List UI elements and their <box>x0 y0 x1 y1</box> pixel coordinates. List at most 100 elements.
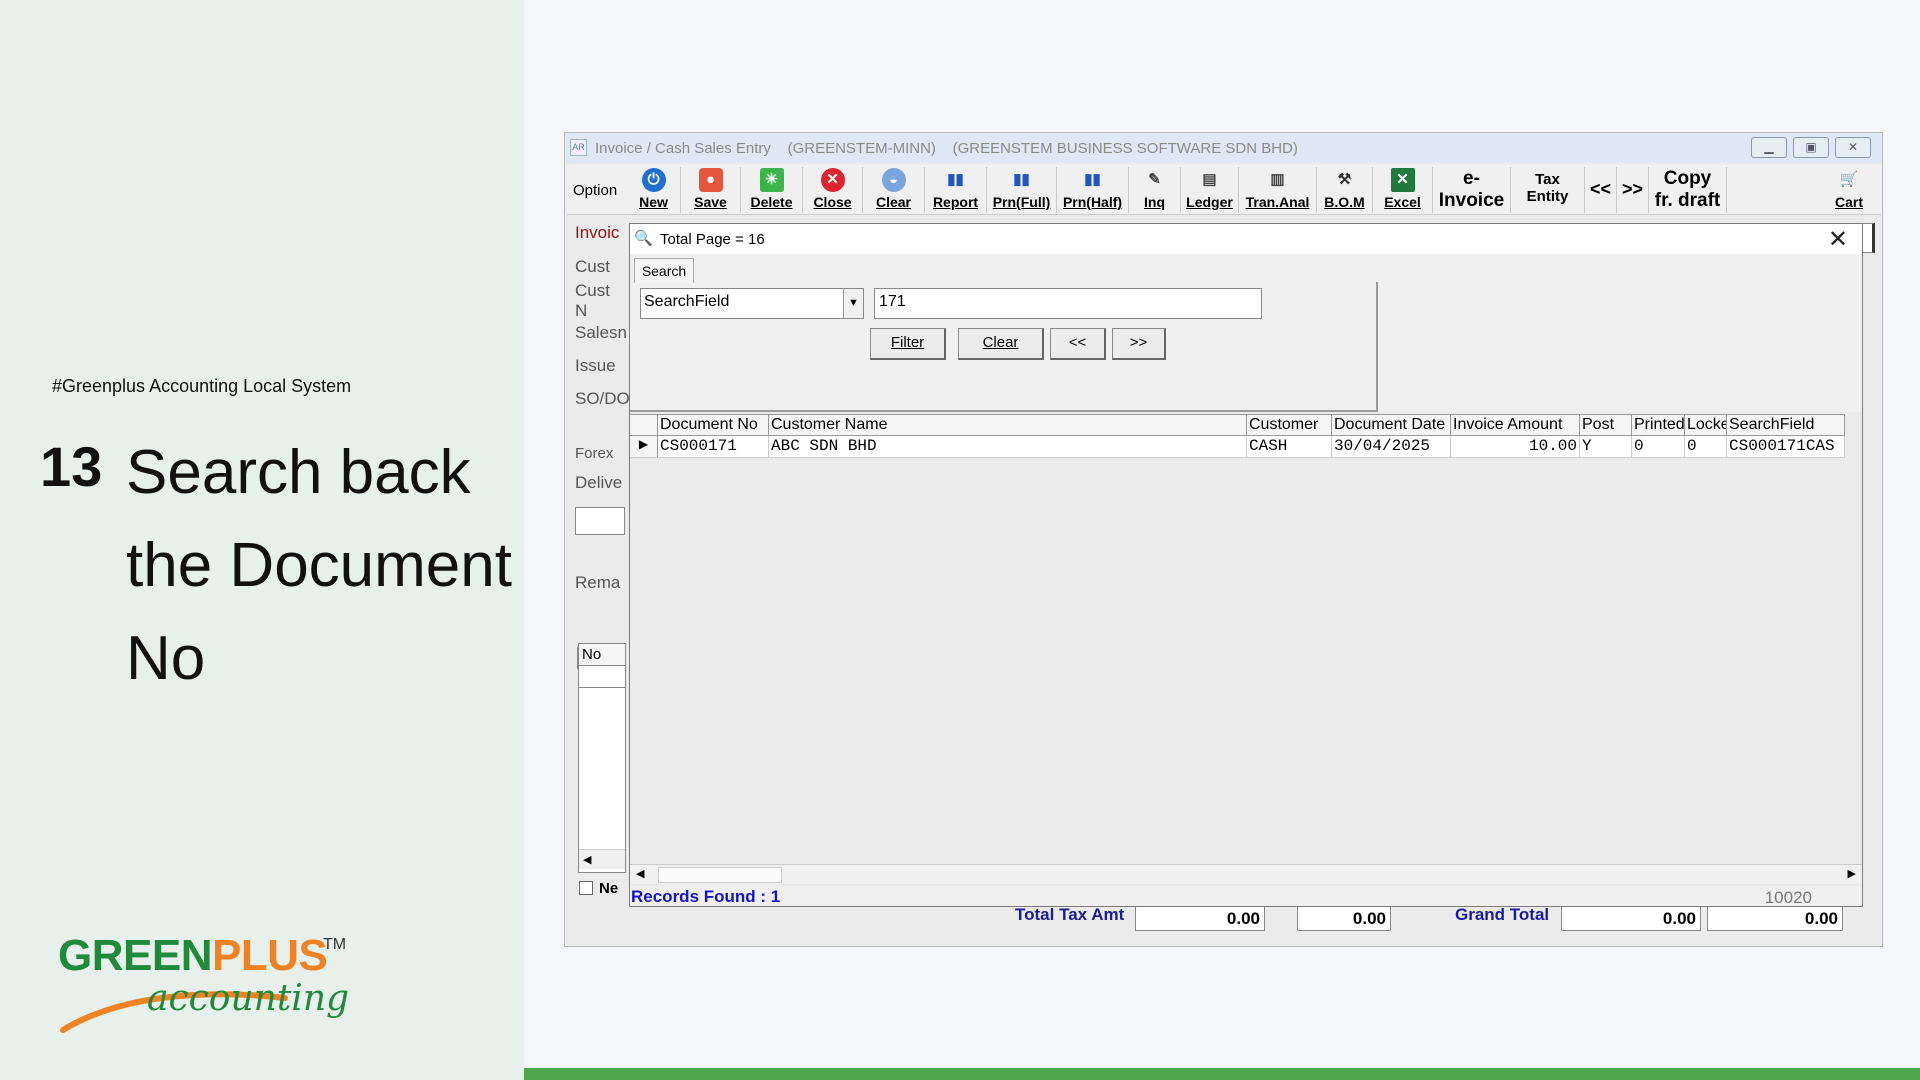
bg-new-checkbox-label: Ne <box>599 880 619 897</box>
filter-button[interactable]: Filter <box>870 328 946 360</box>
cart-icon: 🛒 <box>1839 171 1859 188</box>
new-label: New <box>639 194 668 210</box>
toolbar: Option ⏻ New ● Save ✳ Delete ✕ Close ◒ Clear … <box>567 165 1881 215</box>
scrollbar-thumb[interactable] <box>658 867 782 883</box>
filter-label: Filter <box>890 334 925 351</box>
cell-customer: CASH <box>1247 436 1332 457</box>
cell-invoice-amount: 10.00 <box>1451 436 1580 457</box>
power-icon: ⏻ <box>641 168 666 192</box>
inquiry-label: Inq <box>1144 194 1165 210</box>
minimize-button[interactable]: ▁ <box>1751 137 1787 158</box>
cell-searchfield: CS000171CAS <box>1727 436 1845 457</box>
prev-page-button[interactable]: << <box>1050 328 1106 360</box>
bg-new-checkbox[interactable] <box>579 881 593 895</box>
delete-icon: ✳ <box>759 168 784 192</box>
ledger-button[interactable]: ▤ Ledger <box>1181 167 1239 213</box>
status-number: 10020 <box>1764 888 1812 907</box>
close-label: Close <box>813 194 852 210</box>
cart-label: Cart <box>1834 194 1863 210</box>
ledger-label: Ledger <box>1186 194 1233 210</box>
col-locked[interactable]: Locke <box>1685 415 1727 435</box>
tax-entity-line2: Entity <box>1526 188 1569 205</box>
search-field-select[interactable]: SearchField ▼ <box>640 288 864 319</box>
greenplus-logo: GREENPLUS TM accounting <box>55 928 355 1033</box>
bg-item-grid: No ◀ <box>578 643 626 873</box>
cell-customer-name: ABC SDN BHD <box>769 436 1247 457</box>
delete-button[interactable]: ✳ Delete <box>741 167 803 213</box>
scroll-left-icon[interactable]: ◀ <box>636 867 644 880</box>
window-title: Invoice / Cash Sales Entry (GREENSTEM-MI… <box>595 140 1298 157</box>
dialog-close-icon[interactable]: ✕ <box>1828 225 1848 254</box>
slide-left-panel: #Greenplus Accounting Local System 13 Se… <box>0 0 524 1080</box>
inquiry-icon: ✎ <box>1148 171 1161 188</box>
bg-label-cust-name: Cust N <box>575 281 610 320</box>
bg-scroll-left-icon[interactable]: ◀ <box>579 849 625 869</box>
grand-total-field: 0.00 <box>1561 905 1701 931</box>
table-row[interactable]: ▶ CS000171 ABC SDN BHD CASH 30/04/2025 1… <box>630 436 1845 458</box>
maximize-button[interactable]: ▣ <box>1793 137 1829 158</box>
delete-label: Delete <box>750 194 793 210</box>
cart-button[interactable]: 🛒 Cart <box>1823 167 1875 213</box>
bom-button[interactable]: ⚒ B.O.M <box>1317 167 1373 213</box>
col-post[interactable]: Post <box>1580 415 1632 435</box>
tran-anal-button[interactable]: ▥ Tran.Anal <box>1239 167 1317 213</box>
tab-search[interactable]: Search <box>634 258 694 283</box>
option-menu[interactable]: Option <box>573 182 617 199</box>
scroll-right-icon[interactable]: ▶ <box>1848 867 1856 880</box>
clear-filter-button[interactable]: Clear <box>958 328 1044 360</box>
col-invoice-amount[interactable]: Invoice Amount <box>1451 415 1580 435</box>
col-document-no[interactable]: Document No <box>658 415 769 435</box>
results-grid-header: Document No Customer Name Customer Docum… <box>630 414 1845 436</box>
total-tax-field: 0.00 <box>1135 905 1265 931</box>
cell-locked: 0 <box>1685 436 1727 457</box>
search-field-value: SearchField <box>644 293 730 310</box>
results-grid: Document No Customer Name Customer Docum… <box>630 412 1862 886</box>
toolbar-prev-button[interactable]: << <box>1585 167 1617 213</box>
slide-hashtag: #Greenplus Accounting Local System <box>52 376 352 396</box>
bg-label-so-do: SO/DO <box>575 389 630 408</box>
col-printed[interactable]: Printed <box>1632 415 1685 435</box>
bg-label-forex: Forex <box>575 445 614 462</box>
cell-document-date: 30/04/2025 <box>1332 436 1451 457</box>
col-searchfield[interactable]: SearchField <box>1727 415 1845 435</box>
print-full-button[interactable]: ▮▮ Prn(Full) <box>987 167 1057 213</box>
excel-label: Excel <box>1384 194 1421 210</box>
close-icon: ✕ <box>1847 140 1859 154</box>
copy-draft-button[interactable]: Copy fr. draft <box>1649 167 1727 213</box>
print-full-label: Prn(Full) <box>992 194 1051 210</box>
col-document-date[interactable]: Document Date <box>1332 415 1451 435</box>
cell-printed: 0 <box>1632 436 1685 457</box>
magnifier-icon: 🔍 <box>634 230 653 247</box>
excel-icon: ✕ <box>1390 168 1415 192</box>
save-button[interactable]: ● Save <box>681 167 741 213</box>
report-button[interactable]: ▮▮ Report <box>925 167 987 213</box>
clear-icon: ◒ <box>881 168 906 192</box>
report-label: Report <box>932 194 979 210</box>
new-button[interactable]: ⏻ New <box>627 167 681 213</box>
tax-entity-button[interactable]: Tax Entity <box>1511 167 1585 213</box>
excel-button[interactable]: ✕ Excel <box>1373 167 1433 213</box>
row-pointer-icon: ▶ <box>630 436 658 457</box>
app-icon: AR <box>570 139 587 156</box>
col-customer[interactable]: Customer <box>1247 415 1332 435</box>
horizontal-scrollbar[interactable]: ◀ ▶ <box>630 864 1862 884</box>
print-half-button[interactable]: ▮▮ Prn(Half) <box>1057 167 1129 213</box>
inquiry-button[interactable]: ✎ Inq <box>1129 167 1181 213</box>
cell-post: Y <box>1580 436 1632 457</box>
tran-anal-label: Tran.Anal <box>1245 194 1310 210</box>
chevron-down-icon[interactable]: ▼ <box>843 289 863 318</box>
col-customer-name[interactable]: Customer Name <box>769 415 1247 435</box>
toolbar-next-button[interactable]: >> <box>1617 167 1649 213</box>
close-window-button[interactable]: ✕ <box>1835 137 1871 158</box>
search-input[interactable]: 171 <box>874 288 1262 319</box>
einvoice-button[interactable]: e- Invoice <box>1433 167 1511 213</box>
close-button[interactable]: ✕ Close <box>803 167 863 213</box>
total-field-2: 0.00 <box>1297 905 1391 931</box>
bg-label-cust: Cust <box>575 257 610 276</box>
clear-button[interactable]: ◒ Clear <box>863 167 925 213</box>
records-found: Records Found : 1 <box>631 887 781 906</box>
minimize-icon: ▁ <box>1764 140 1774 154</box>
bg-delivery-field[interactable] <box>575 507 625 535</box>
bg-label-issue: Issue <box>575 356 616 375</box>
next-page-button[interactable]: >> <box>1112 328 1166 360</box>
